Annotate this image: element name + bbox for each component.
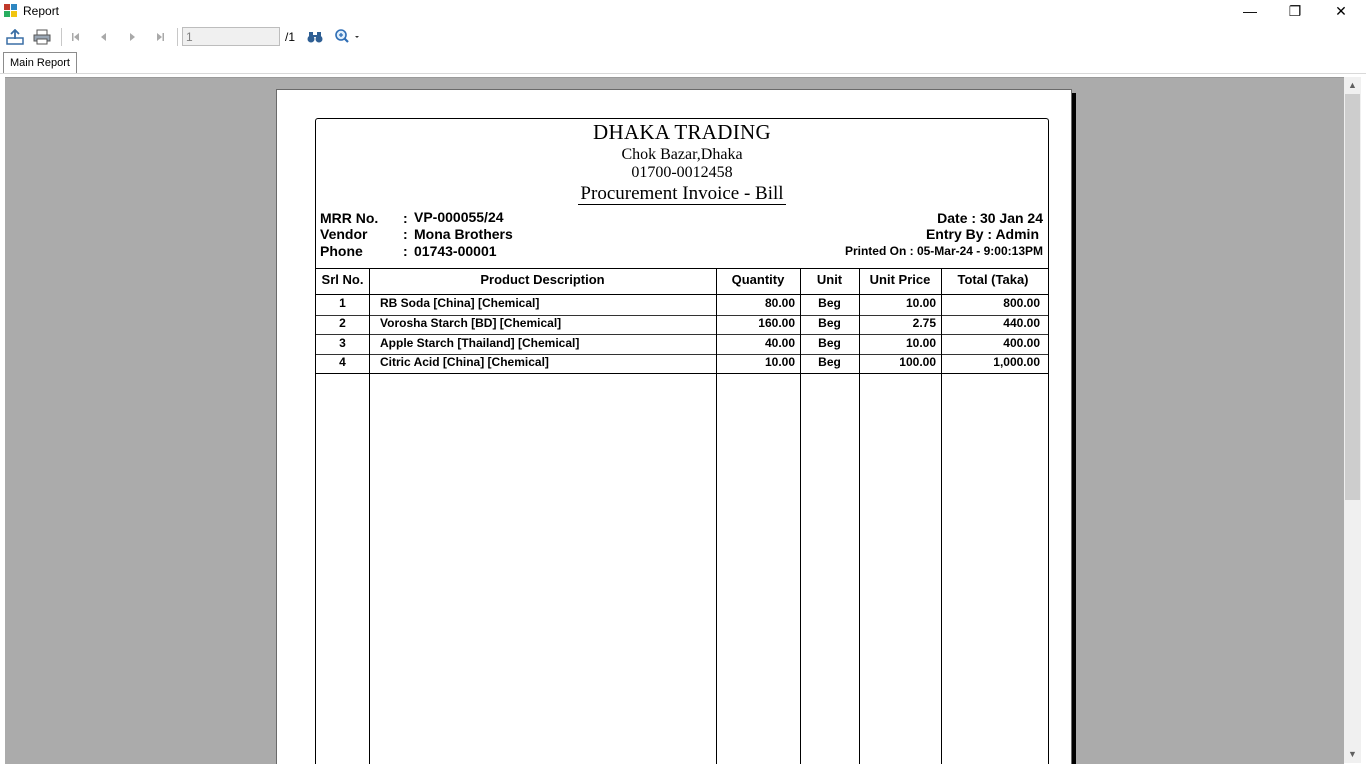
column-divider bbox=[369, 268, 370, 764]
vendor-value: Mona Brothers bbox=[414, 226, 513, 242]
report-frame: DHAKA TRADING Chok Bazar,Dhaka 01700-001… bbox=[315, 118, 1049, 764]
vertical-scrollbar[interactable]: ▲ ▼ bbox=[1344, 77, 1361, 763]
table-top-border bbox=[316, 268, 1048, 269]
row-description: Citric Acid [China] [Chemical] bbox=[380, 355, 549, 369]
row-srl: 2 bbox=[339, 316, 346, 330]
column-header: Product Description bbox=[480, 272, 605, 287]
report-page: DHAKA TRADING Chok Bazar,Dhaka 01700-001… bbox=[276, 89, 1072, 764]
company-name: DHAKA TRADING bbox=[593, 120, 771, 144]
row-total: 440.00 bbox=[1003, 316, 1040, 330]
row-quantity: 10.00 bbox=[764, 355, 795, 369]
row-divider bbox=[316, 334, 1048, 335]
scroll-down-icon[interactable]: ▼ bbox=[1344, 746, 1361, 763]
row-description: Vorosha Starch [BD] [Chemical] bbox=[380, 316, 562, 330]
row-total: 1,000.00 bbox=[993, 355, 1040, 369]
phone-value: 01743-00001 bbox=[414, 243, 497, 259]
report-viewer: DHAKA TRADING Chok Bazar,Dhaka 01700-001… bbox=[5, 77, 1344, 764]
scrollbar-thumb[interactable] bbox=[1345, 94, 1360, 500]
row-total: 800.00 bbox=[1003, 296, 1040, 310]
row-description: RB Soda [China] [Chemical] bbox=[380, 296, 540, 310]
window-title: Report bbox=[23, 4, 60, 18]
column-header: Srl No. bbox=[321, 272, 364, 287]
printed-on: Printed On : 05-Mar-24 - 9:00:13PM bbox=[844, 244, 1043, 258]
row-unit: Beg bbox=[818, 316, 841, 330]
row-unit-price: 10.00 bbox=[905, 296, 936, 310]
export-icon[interactable] bbox=[5, 28, 25, 46]
row-description: Apple Starch [Thailand] [Chemical] bbox=[380, 336, 580, 350]
last-page-icon[interactable] bbox=[150, 28, 170, 46]
row-srl: 3 bbox=[339, 336, 346, 350]
title-bar: Report — ❐ ✕ bbox=[0, 0, 1366, 23]
prev-page-icon[interactable] bbox=[94, 28, 114, 46]
report-title: Procurement Invoice - Bill bbox=[316, 183, 1048, 205]
row-unit: Beg bbox=[818, 296, 841, 310]
column-header: Unit Price bbox=[869, 272, 931, 287]
company-phone: 01700-0012458 bbox=[631, 164, 733, 181]
tab-strip: Main Report bbox=[0, 51, 1366, 76]
next-page-icon[interactable] bbox=[122, 28, 142, 46]
phone-label: Phone bbox=[320, 243, 363, 259]
scroll-up-icon[interactable]: ▲ bbox=[1344, 77, 1361, 94]
mrr-label: MRR No. bbox=[320, 210, 379, 226]
row-quantity: 160.00 bbox=[758, 316, 795, 330]
toolbar: /1 bbox=[0, 24, 1366, 50]
first-page-icon[interactable] bbox=[66, 28, 86, 46]
table-header-border bbox=[316, 294, 1048, 295]
tab-divider bbox=[0, 73, 1366, 74]
zoom-icon[interactable] bbox=[333, 28, 363, 46]
print-icon[interactable] bbox=[32, 28, 52, 46]
entry-by: Entry By : Admin bbox=[925, 226, 1039, 242]
vendor-label: Vendor bbox=[320, 226, 368, 242]
report-title-text: Procurement Invoice - Bill bbox=[578, 183, 786, 205]
row-total: 400.00 bbox=[1003, 336, 1040, 350]
column-header: Total (Taka) bbox=[957, 272, 1029, 287]
mrr-value: VP-000055/24 bbox=[414, 209, 504, 225]
close-button[interactable]: ✕ bbox=[1318, 0, 1364, 23]
page-number-input[interactable] bbox=[182, 27, 280, 46]
vendor-colon: : bbox=[403, 226, 408, 242]
invoice-date: Date : 30 Jan 24 bbox=[937, 210, 1043, 226]
row-unit-price: 10.00 bbox=[905, 336, 936, 350]
row-unit: Beg bbox=[818, 336, 841, 350]
row-quantity: 80.00 bbox=[764, 296, 795, 310]
row-srl: 1 bbox=[339, 296, 346, 310]
minimize-button[interactable]: — bbox=[1227, 0, 1273, 23]
column-header: Quantity bbox=[731, 272, 785, 287]
row-srl: 4 bbox=[339, 355, 346, 369]
row-unit-price: 100.00 bbox=[899, 355, 936, 369]
binoculars-icon[interactable] bbox=[305, 28, 325, 46]
mrr-colon: : bbox=[403, 210, 408, 226]
company-address: Chok Bazar,Dhaka bbox=[621, 146, 743, 163]
app-icon bbox=[4, 4, 18, 18]
toolbar-separator bbox=[177, 28, 178, 46]
tab-main-report[interactable]: Main Report bbox=[3, 52, 77, 74]
row-unit-price: 2.75 bbox=[912, 316, 936, 330]
row-divider bbox=[316, 373, 1048, 374]
row-quantity: 40.00 bbox=[764, 336, 795, 350]
row-unit: Beg bbox=[818, 355, 841, 369]
phone-colon: : bbox=[403, 243, 408, 259]
page-total: /1 bbox=[285, 30, 296, 44]
restore-button[interactable]: ❐ bbox=[1272, 0, 1318, 23]
toolbar-separator bbox=[61, 28, 62, 46]
column-header: Unit bbox=[816, 272, 843, 287]
